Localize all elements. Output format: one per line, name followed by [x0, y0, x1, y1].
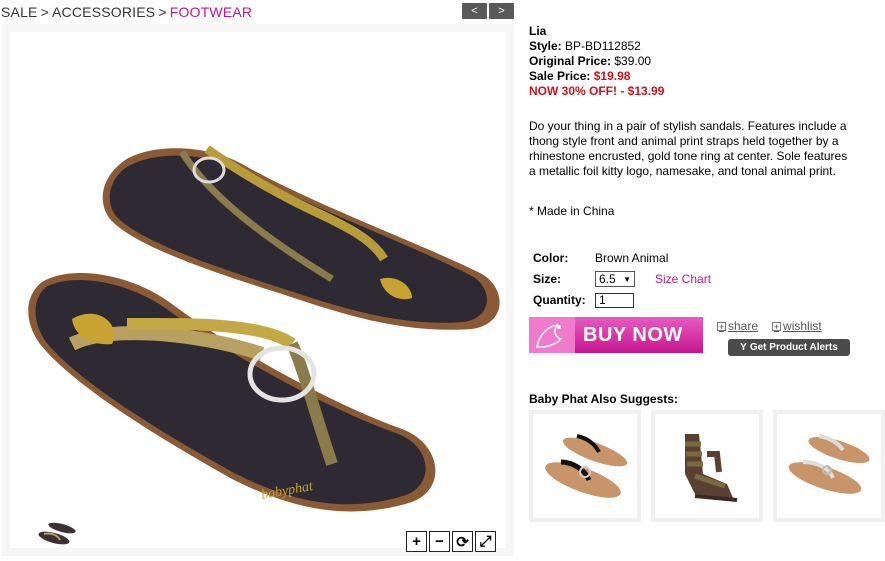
sandal-black-icon — [545, 434, 628, 498]
sale-price-label: Sale Price: — [529, 69, 591, 83]
style-label: Style: — [529, 39, 562, 53]
quantity-row: Quantity: — [533, 290, 711, 310]
share-links: + share + wishlist — [717, 319, 822, 333]
breadcrumb-footwear[interactable]: FOOTWEAR — [170, 4, 252, 20]
product-name: Lia — [529, 24, 547, 38]
suggestion-image — [533, 414, 637, 518]
original-price-value: $39.00 — [614, 54, 652, 68]
thumbnail-small[interactable] — [34, 518, 78, 548]
suggestions-title: Baby Phat Also Suggests: — [529, 392, 678, 406]
color-value: Brown Animal — [595, 251, 669, 265]
buy-now-button[interactable]: BUY NOW — [529, 317, 703, 353]
original-price-row: Original Price: $39.00 — [529, 54, 859, 69]
style-row: Style: BP-BD112852 — [529, 39, 859, 54]
breadcrumb-accessories[interactable]: ACCESSORIES — [52, 4, 155, 20]
breadcrumb-separator: > — [40, 4, 49, 20]
suggestion-item[interactable] — [651, 410, 763, 522]
buy-now-label: BUY NOW — [583, 323, 683, 346]
wishlist-label: wishlist — [783, 319, 822, 333]
zoom-controls: + − ⟳ ⤢ — [406, 531, 496, 552]
made-in: * Made in China — [529, 204, 615, 218]
suggestion-image — [655, 414, 759, 518]
share-link[interactable]: + share — [717, 319, 758, 333]
suggestion-item[interactable] — [529, 410, 641, 522]
breadcrumb: SALE > ACCESSORIES > FOOTWEAR — [1, 4, 252, 20]
rotate-button[interactable]: ⟳ — [452, 531, 473, 552]
sale-price-row: Sale Price: $19.98 — [529, 69, 859, 84]
product-nav: < > — [462, 3, 514, 19]
share-label: share — [728, 319, 759, 333]
size-chart-link[interactable]: Size Chart — [655, 272, 711, 286]
next-product-button[interactable]: > — [489, 3, 514, 19]
zoom-out-button[interactable]: − — [429, 531, 450, 552]
wishlist-link[interactable]: + wishlist — [772, 319, 822, 333]
promo-price: NOW 30% OFF! - $13.99 — [529, 84, 665, 98]
product-info: Lia Style: BP-BD112852 Original Price: $… — [529, 24, 859, 99]
fullscreen-button[interactable]: ⤢ — [475, 531, 496, 552]
chevron-down-icon: ▼ — [623, 274, 631, 284]
product-image[interactable]: babyphat — [2, 24, 514, 556]
sandal-silver-icon — [788, 434, 870, 494]
suggestion-image — [777, 414, 881, 518]
original-price-label: Original Price: — [529, 54, 612, 68]
gladiator-sandal-icon — [685, 434, 738, 502]
breadcrumb-sale[interactable]: SALE — [1, 4, 38, 20]
quantity-label: Quantity: — [533, 293, 586, 307]
suggestion-item[interactable] — [773, 410, 885, 522]
style-value: BP-BD112852 — [565, 39, 641, 53]
plus-icon: + — [717, 321, 726, 332]
size-select[interactable]: 6.5 ▼ — [595, 271, 635, 287]
plus-icon: + — [772, 321, 782, 332]
size-label: Size: — [533, 272, 562, 286]
prev-product-button[interactable]: < — [462, 3, 487, 19]
zoom-in-button[interactable]: + — [406, 531, 427, 552]
sale-price-value: $19.98 — [593, 69, 631, 83]
color-row: Color: Brown Animal — [533, 248, 711, 268]
product-alerts-button[interactable]: Y Get Product Alerts — [728, 339, 850, 356]
product-options: Color: Brown Animal Size: 6.5 ▼ Size Cha… — [533, 248, 711, 311]
size-value: 6.5 — [599, 272, 616, 286]
quantity-input[interactable] — [595, 292, 634, 308]
alerts-label: Get Product Alerts — [749, 342, 838, 353]
product-image-viewer: babyphat + − ⟳ ⤢ — [2, 24, 514, 556]
alert-bell-icon: Y — [740, 342, 747, 353]
product-description: Do your thing in a pair of stylish sanda… — [529, 119, 848, 178]
breadcrumb-separator: > — [158, 4, 167, 20]
size-row: Size: 6.5 ▼ Size Chart — [533, 269, 711, 289]
kitty-logo-icon — [529, 317, 575, 353]
color-label: Color: — [533, 251, 569, 265]
